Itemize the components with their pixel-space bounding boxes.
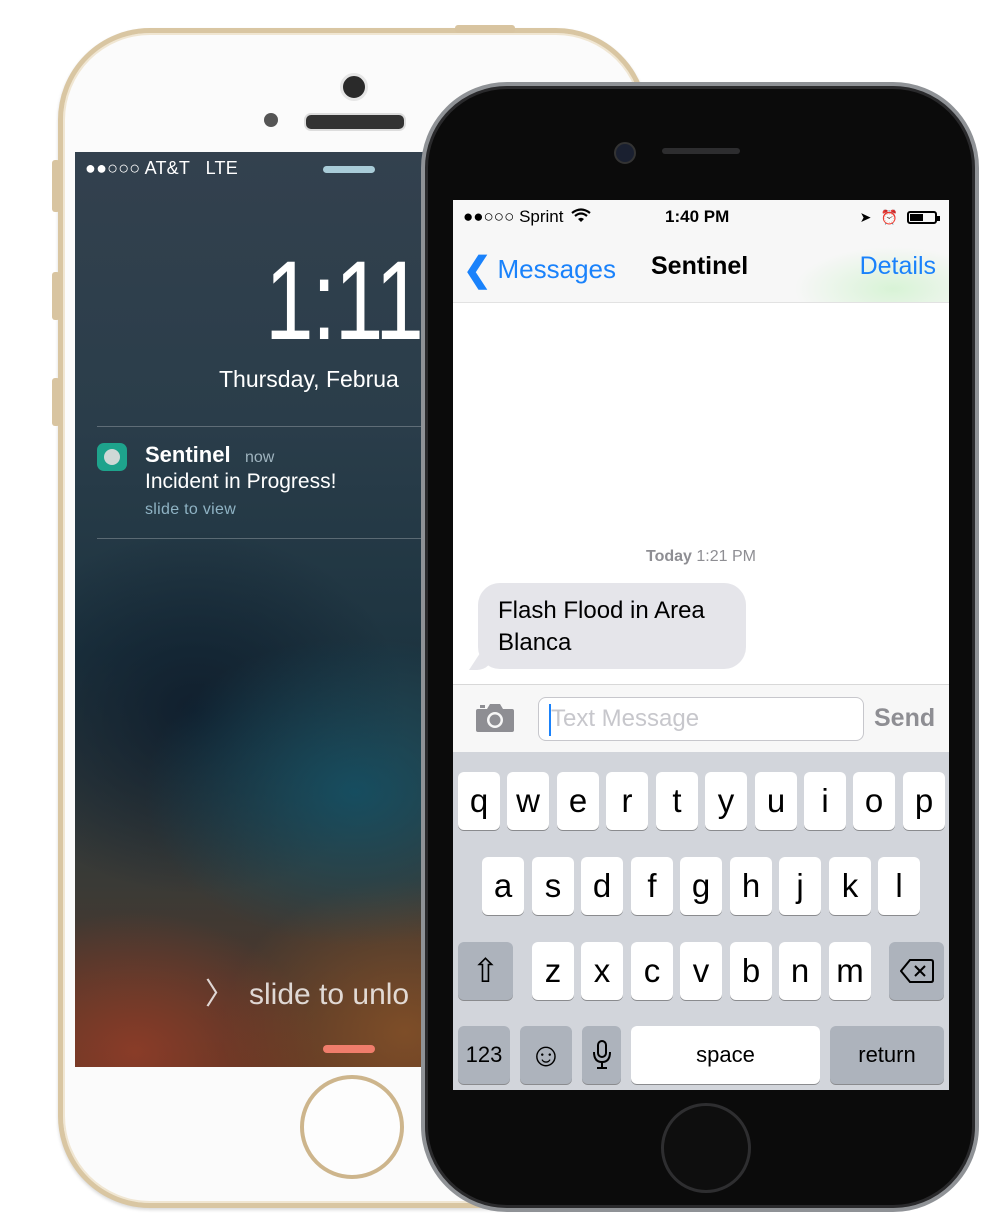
divider — [97, 426, 435, 427]
message-timestamp: Today 1:21 PM — [453, 548, 949, 566]
network-label: LTE — [205, 158, 238, 178]
key-e[interactable]: e — [557, 772, 599, 830]
key-i[interactable]: i — [804, 772, 846, 830]
return-key[interactable]: return — [830, 1026, 944, 1084]
numbers-key[interactable]: 123 — [458, 1026, 510, 1084]
wifi-icon — [571, 208, 591, 222]
divider — [97, 538, 435, 539]
emoji-key[interactable]: ☺ — [520, 1026, 572, 1084]
key-x[interactable]: x — [581, 942, 623, 1000]
proximity-sensor — [264, 113, 278, 127]
carrier-label: ●●○○○ Sprint — [463, 207, 591, 227]
slide-to-unlock[interactable]: 〉 slide to unlo — [205, 969, 409, 1013]
key-g[interactable]: g — [680, 857, 722, 915]
status-right: ➤ ⏰ — [859, 207, 940, 227]
messages-screen: ●●○○○ Sprint 1:40 PM ➤ ⏰ ❮ Messages Senti… — [453, 200, 949, 1090]
message-input[interactable]: Text Message — [538, 697, 864, 741]
power-button — [455, 25, 515, 33]
dictation-key[interactable] — [582, 1026, 621, 1084]
send-button[interactable]: Send — [874, 704, 935, 733]
key-w[interactable]: w — [507, 772, 549, 830]
key-y[interactable]: y — [705, 772, 747, 830]
volume-up-button — [52, 272, 60, 320]
key-n[interactable]: n — [779, 942, 821, 1000]
key-q[interactable]: q — [458, 772, 500, 830]
lock-time: 1:11 — [265, 238, 424, 363]
key-a[interactable]: a — [482, 857, 524, 915]
notification-center-handle[interactable] — [323, 166, 375, 173]
keyboard: q w e r t y u i o p a s d f g h j k l ⇧ … — [453, 752, 949, 1090]
key-m[interactable]: m — [829, 942, 871, 1000]
details-button[interactable]: Details — [860, 252, 936, 281]
delete-key[interactable] — [889, 942, 944, 1000]
mute-switch — [52, 160, 60, 212]
status-bar: ●●○○○ Sprint 1:40 PM ➤ ⏰ — [453, 200, 949, 234]
key-r[interactable]: r — [606, 772, 648, 830]
navigation-bar: ❮ Messages Sentinel Details — [453, 234, 949, 303]
text-caret — [549, 704, 551, 736]
key-d[interactable]: d — [581, 857, 623, 915]
message-bubble[interactable]: Flash Flood in Area Blanca — [478, 583, 746, 669]
earpiece-speaker — [304, 113, 406, 131]
carrier-label: ●●○○○ AT&T — [85, 158, 191, 178]
key-h[interactable]: h — [730, 857, 772, 915]
volume-down-button — [52, 378, 60, 426]
key-c[interactable]: c — [631, 942, 673, 1000]
status-time: 1:40 PM — [665, 207, 730, 226]
front-camera — [340, 73, 368, 101]
chevron-right-icon: 〉 — [205, 978, 235, 1011]
key-f[interactable]: f — [631, 857, 673, 915]
notification-message[interactable]: Incident in Progress! — [145, 470, 336, 494]
key-b[interactable]: b — [730, 942, 772, 1000]
chevron-left-icon: ❮ — [463, 251, 492, 289]
lock-date: Thursday, Februa — [219, 366, 399, 392]
input-placeholder: Text Message — [551, 705, 700, 732]
unlock-label: slide to unlo — [249, 978, 410, 1011]
conversation-title: Sentinel — [651, 252, 749, 280]
timestamp-day: Today — [646, 548, 692, 565]
earpiece-speaker — [662, 148, 740, 154]
notification-action[interactable]: slide to view — [145, 501, 236, 519]
key-z[interactable]: z — [532, 942, 574, 1000]
input-bar: Text Message Send — [453, 684, 949, 753]
key-l[interactable]: l — [878, 857, 920, 915]
key-t[interactable]: t — [656, 772, 698, 830]
timestamp-time: 1:21 PM — [696, 548, 756, 565]
notification-time: now — [245, 449, 275, 466]
control-center-handle[interactable] — [323, 1045, 375, 1053]
key-p[interactable]: p — [903, 772, 945, 830]
shift-key[interactable]: ⇧ — [458, 942, 513, 1000]
front-camera — [614, 142, 636, 164]
lock-status-bar: ●●○○○ AT&T LTE — [85, 158, 238, 179]
home-button[interactable] — [661, 1103, 751, 1193]
back-button[interactable]: ❮ Messages — [463, 250, 616, 290]
back-label: Messages — [497, 254, 617, 284]
key-j[interactable]: j — [779, 857, 821, 915]
space-key[interactable]: space — [631, 1026, 820, 1084]
notification-app-name: Sentinel — [145, 442, 231, 467]
camera-icon[interactable] — [475, 701, 515, 733]
sentinel-app-icon — [97, 443, 127, 471]
alarm-icon: ⏰ — [880, 209, 899, 225]
backspace-icon — [899, 959, 934, 983]
microphone-icon — [592, 1040, 611, 1069]
key-u[interactable]: u — [755, 772, 797, 830]
key-k[interactable]: k — [829, 857, 871, 915]
key-o[interactable]: o — [853, 772, 895, 830]
battery-icon — [907, 211, 940, 224]
home-button[interactable] — [300, 1075, 404, 1179]
key-v[interactable]: v — [680, 942, 722, 1000]
location-icon: ➤ — [859, 209, 872, 225]
key-s[interactable]: s — [532, 857, 574, 915]
lock-screen: ●●○○○ AT&T LTE 1:11 Thursday, Februa Sen… — [75, 152, 435, 1067]
